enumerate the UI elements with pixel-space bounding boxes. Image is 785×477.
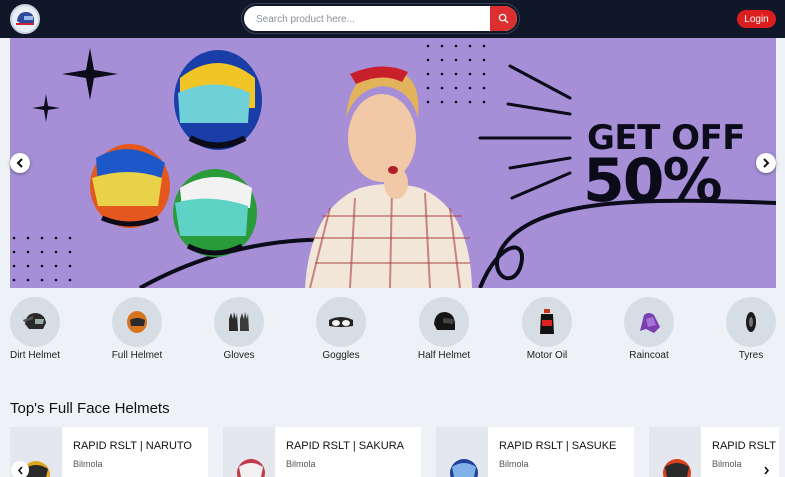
helmet-thumbnail <box>237 459 265 477</box>
products-prev-button[interactable] <box>11 461 29 477</box>
gloves-icon <box>229 312 249 331</box>
helmet-thumbnail <box>450 459 478 477</box>
motor-oil-icon <box>540 309 554 334</box>
products-next-button[interactable] <box>757 461 775 477</box>
search-icon <box>498 13 509 24</box>
category-half-helmet[interactable]: Half Helmet <box>399 297 489 361</box>
category-thumb <box>419 297 469 347</box>
carousel-prev-button[interactable] <box>10 153 30 173</box>
category-label: Dirt Helmet <box>9 350 60 361</box>
category-thumb <box>214 297 264 347</box>
login-button[interactable]: Login <box>737 10 776 28</box>
category-label: Motor Oil <box>526 350 568 361</box>
banner-discount: 50% <box>583 146 723 216</box>
product-brand: Bilmola <box>286 459 316 469</box>
product-brand: Bilmola <box>712 459 742 469</box>
product-card[interactable]: RAPID RSLT | SAKURA Bilmola <box>223 427 421 477</box>
promo-banner[interactable]: GET OFF 50% <box>10 38 776 288</box>
product-title[interactable]: RAPID RSLT | <box>712 440 779 452</box>
product-image <box>649 427 701 477</box>
product-title[interactable]: RAPID RSLT | SASUKE <box>499 440 616 452</box>
category-thumb <box>316 297 366 347</box>
chevron-right-icon <box>763 158 770 168</box>
tyre-icon <box>746 312 756 332</box>
chevron-left-icon <box>16 158 23 168</box>
product-brand: Bilmola <box>499 459 529 469</box>
product-title[interactable]: RAPID RSLT | NARUTO <box>73 440 192 452</box>
raincoat-icon <box>640 313 660 333</box>
category-thumb <box>624 297 674 347</box>
category-thumb <box>726 297 776 347</box>
helmet-thumbnail <box>663 459 691 477</box>
brand-logo[interactable] <box>10 4 40 34</box>
category-label: Full Helmet <box>111 350 163 361</box>
chevron-right-icon <box>763 465 769 475</box>
category-gloves[interactable]: Gloves <box>194 297 284 361</box>
category-label: Tyres <box>738 350 764 361</box>
category-thumb <box>112 297 162 347</box>
product-image <box>436 427 488 477</box>
product-brand: Bilmola <box>73 459 103 469</box>
section-title: Top's Full Face Helmets <box>10 400 170 417</box>
category-tyres[interactable]: Tyres <box>706 297 785 361</box>
half-helmet-icon <box>434 312 455 330</box>
full-helmet-icon <box>127 311 147 333</box>
search-bar <box>242 4 519 33</box>
chevron-left-icon <box>17 465 23 475</box>
category-goggles[interactable]: Goggles <box>296 297 386 361</box>
product-card[interactable]: RAPID RSLT | NARUTO Bilmola <box>10 427 208 477</box>
category-label: Gloves <box>223 350 255 361</box>
goggles-icon <box>329 317 353 327</box>
helmet-logo-icon <box>13 7 37 31</box>
search-button[interactable] <box>490 6 517 31</box>
category-label: Goggles <box>322 350 360 361</box>
category-thumb <box>522 297 572 347</box>
product-card[interactable]: RAPID RSLT | SASUKE Bilmola <box>436 427 634 477</box>
category-thumb <box>10 297 60 347</box>
category-raincoat[interactable]: Raincoat <box>604 297 694 361</box>
category-dirt-helmet[interactable]: Dirt Helmet <box>0 297 80 361</box>
product-image <box>223 427 275 477</box>
top-navbar: Login <box>0 0 785 38</box>
dirt-helmet-icon <box>23 313 46 329</box>
category-motor-oil[interactable]: Motor Oil <box>502 297 592 361</box>
product-title[interactable]: RAPID RSLT | SAKURA <box>286 440 404 452</box>
category-label: Half Helmet <box>417 350 471 361</box>
carousel-next-button[interactable] <box>756 153 776 173</box>
category-full-helmet[interactable]: Full Helmet <box>92 297 182 361</box>
category-label: Raincoat <box>629 350 669 361</box>
search-input[interactable] <box>250 9 486 30</box>
